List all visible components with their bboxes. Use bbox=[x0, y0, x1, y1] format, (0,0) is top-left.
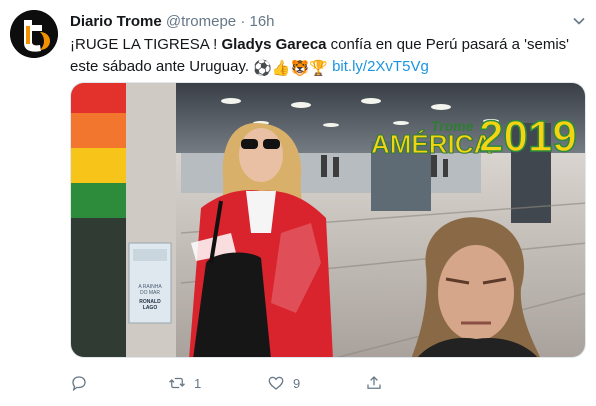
tweet-text-part: ¡RUGE LA TIGRESA ! bbox=[70, 36, 222, 53]
retweet-count: 1 bbox=[194, 375, 202, 391]
like-button[interactable]: 9 bbox=[267, 372, 300, 394]
tweet-text: ¡RUGE LA TIGRESA ! Gladys Gareca confía … bbox=[70, 34, 580, 78]
tweet-link[interactable]: bit.ly/2XvT5Vg bbox=[332, 58, 429, 75]
like-count: 9 bbox=[293, 375, 301, 391]
reply-icon bbox=[72, 376, 86, 392]
tweet-card[interactable]: Diario Trome @tromepe · 16h ¡RUGE LA TIG… bbox=[0, 0, 596, 406]
avatar[interactable] bbox=[10, 10, 58, 58]
tweet-photo[interactable]: A RAINHA DO MAR RONALD LAGO Trome AMÉRIC… bbox=[70, 82, 586, 358]
retweet-button[interactable]: 1 bbox=[168, 372, 201, 394]
airport-photo: A RAINHA DO MAR RONALD LAGO Trome AMÉRIC… bbox=[71, 83, 585, 357]
timestamp[interactable]: 16h bbox=[249, 13, 274, 30]
share-button[interactable] bbox=[365, 372, 391, 394]
retweet-icon bbox=[169, 377, 185, 389]
caret-down-icon[interactable] bbox=[572, 14, 586, 28]
trome-logo-icon bbox=[10, 10, 58, 58]
separator: · bbox=[240, 13, 246, 30]
mention-name: Gladys Gareca bbox=[221, 36, 327, 53]
reply-button[interactable] bbox=[70, 372, 96, 394]
emoji-group: ⚽👍🐯🏆 bbox=[253, 60, 328, 77]
display-name[interactable]: Diario Trome bbox=[70, 13, 162, 30]
overlay-year: 2019 bbox=[479, 112, 577, 161]
share-icon bbox=[367, 376, 381, 389]
overlay-title: AMÉRICA bbox=[371, 129, 493, 159]
tweet-actions: 1 9 bbox=[70, 372, 586, 396]
poster-line: DO MAR bbox=[140, 290, 160, 296]
like-icon bbox=[268, 376, 284, 390]
tweet-header: Diario Trome @tromepe · 16h bbox=[70, 12, 275, 32]
poster-line: LAGO bbox=[143, 305, 158, 311]
handle[interactable]: @tromepe bbox=[166, 13, 236, 30]
